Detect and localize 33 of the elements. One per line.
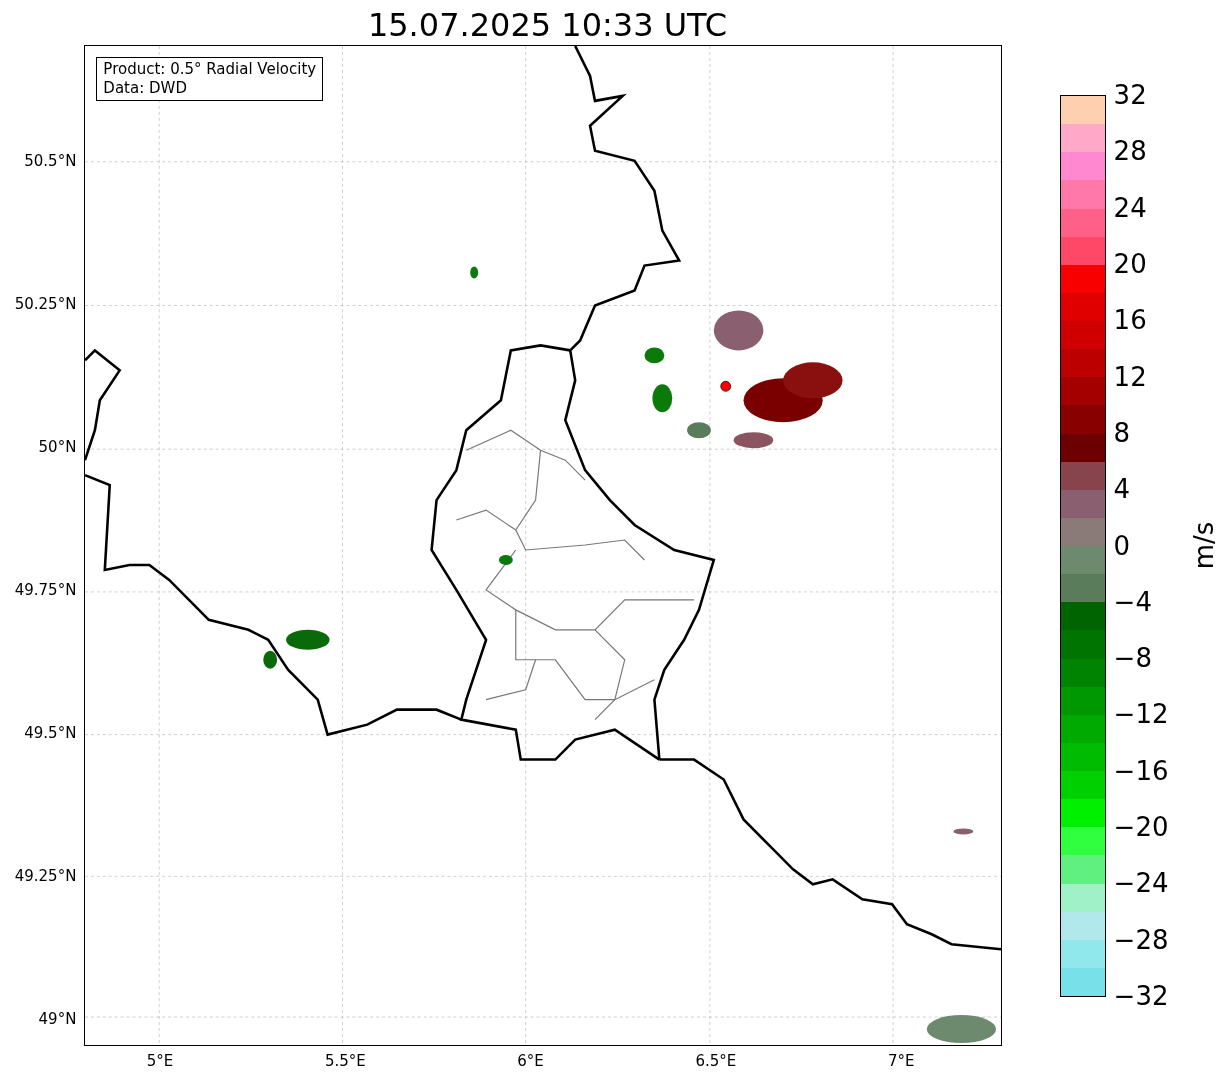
colorbar-tick-label: 20: [1113, 248, 1147, 279]
legend-text: Data: DWD: [103, 79, 188, 98]
colorbar-tick-label: 8: [1113, 417, 1131, 448]
latitude-label: 50°N: [38, 438, 77, 456]
colorbar-tick-label: −8: [1113, 643, 1152, 674]
colorbar-tick-label: −24: [1113, 868, 1169, 899]
colorbar-tick-label: −20: [1113, 812, 1169, 843]
latitude-label: 49.75°N: [14, 581, 77, 599]
longitude-label: 6°E: [517, 1052, 544, 1070]
latitude-label: 50.25°N: [14, 295, 77, 313]
colorbar-tick-label: 32: [1113, 80, 1147, 110]
colorbar-tick-label: 28: [1113, 136, 1147, 167]
latitude-label: 49.5°N: [24, 724, 77, 742]
latitude-label: 50.5°N: [24, 152, 77, 170]
colorbar-tick-label: −32: [1113, 981, 1169, 1011]
longitude-label: 7°E: [887, 1052, 915, 1070]
longitude-label: 6.5°E: [695, 1052, 737, 1070]
colorbar-tick-label: 24: [1113, 192, 1147, 223]
colorbar-tick-label: −4: [1113, 586, 1152, 617]
colorbar-tick-label: 4: [1113, 474, 1131, 505]
latitude-label: 49°N: [38, 1010, 77, 1028]
colorbar-tick-label: −12: [1113, 699, 1169, 730]
longitude-label: 5.5°E: [324, 1052, 366, 1070]
colorbar-tick-label: 0: [1113, 530, 1131, 561]
colorbar-label: m/s: [1188, 521, 1221, 570]
latitude-label: 49.25°N: [14, 867, 77, 885]
colorbar-tick-label: −28: [1113, 924, 1169, 955]
colorbar-tick-label: −16: [1113, 755, 1169, 786]
longitude-label: 5°E: [146, 1052, 174, 1070]
colorbar-tick-label: 12: [1113, 361, 1147, 392]
chart-title: 15.07.2025 10:33 UTC: [367, 5, 728, 45]
colorbar-tick-label: 16: [1113, 305, 1147, 336]
legend-text: Product: 0.5° Radial Velocity: [103, 60, 317, 79]
